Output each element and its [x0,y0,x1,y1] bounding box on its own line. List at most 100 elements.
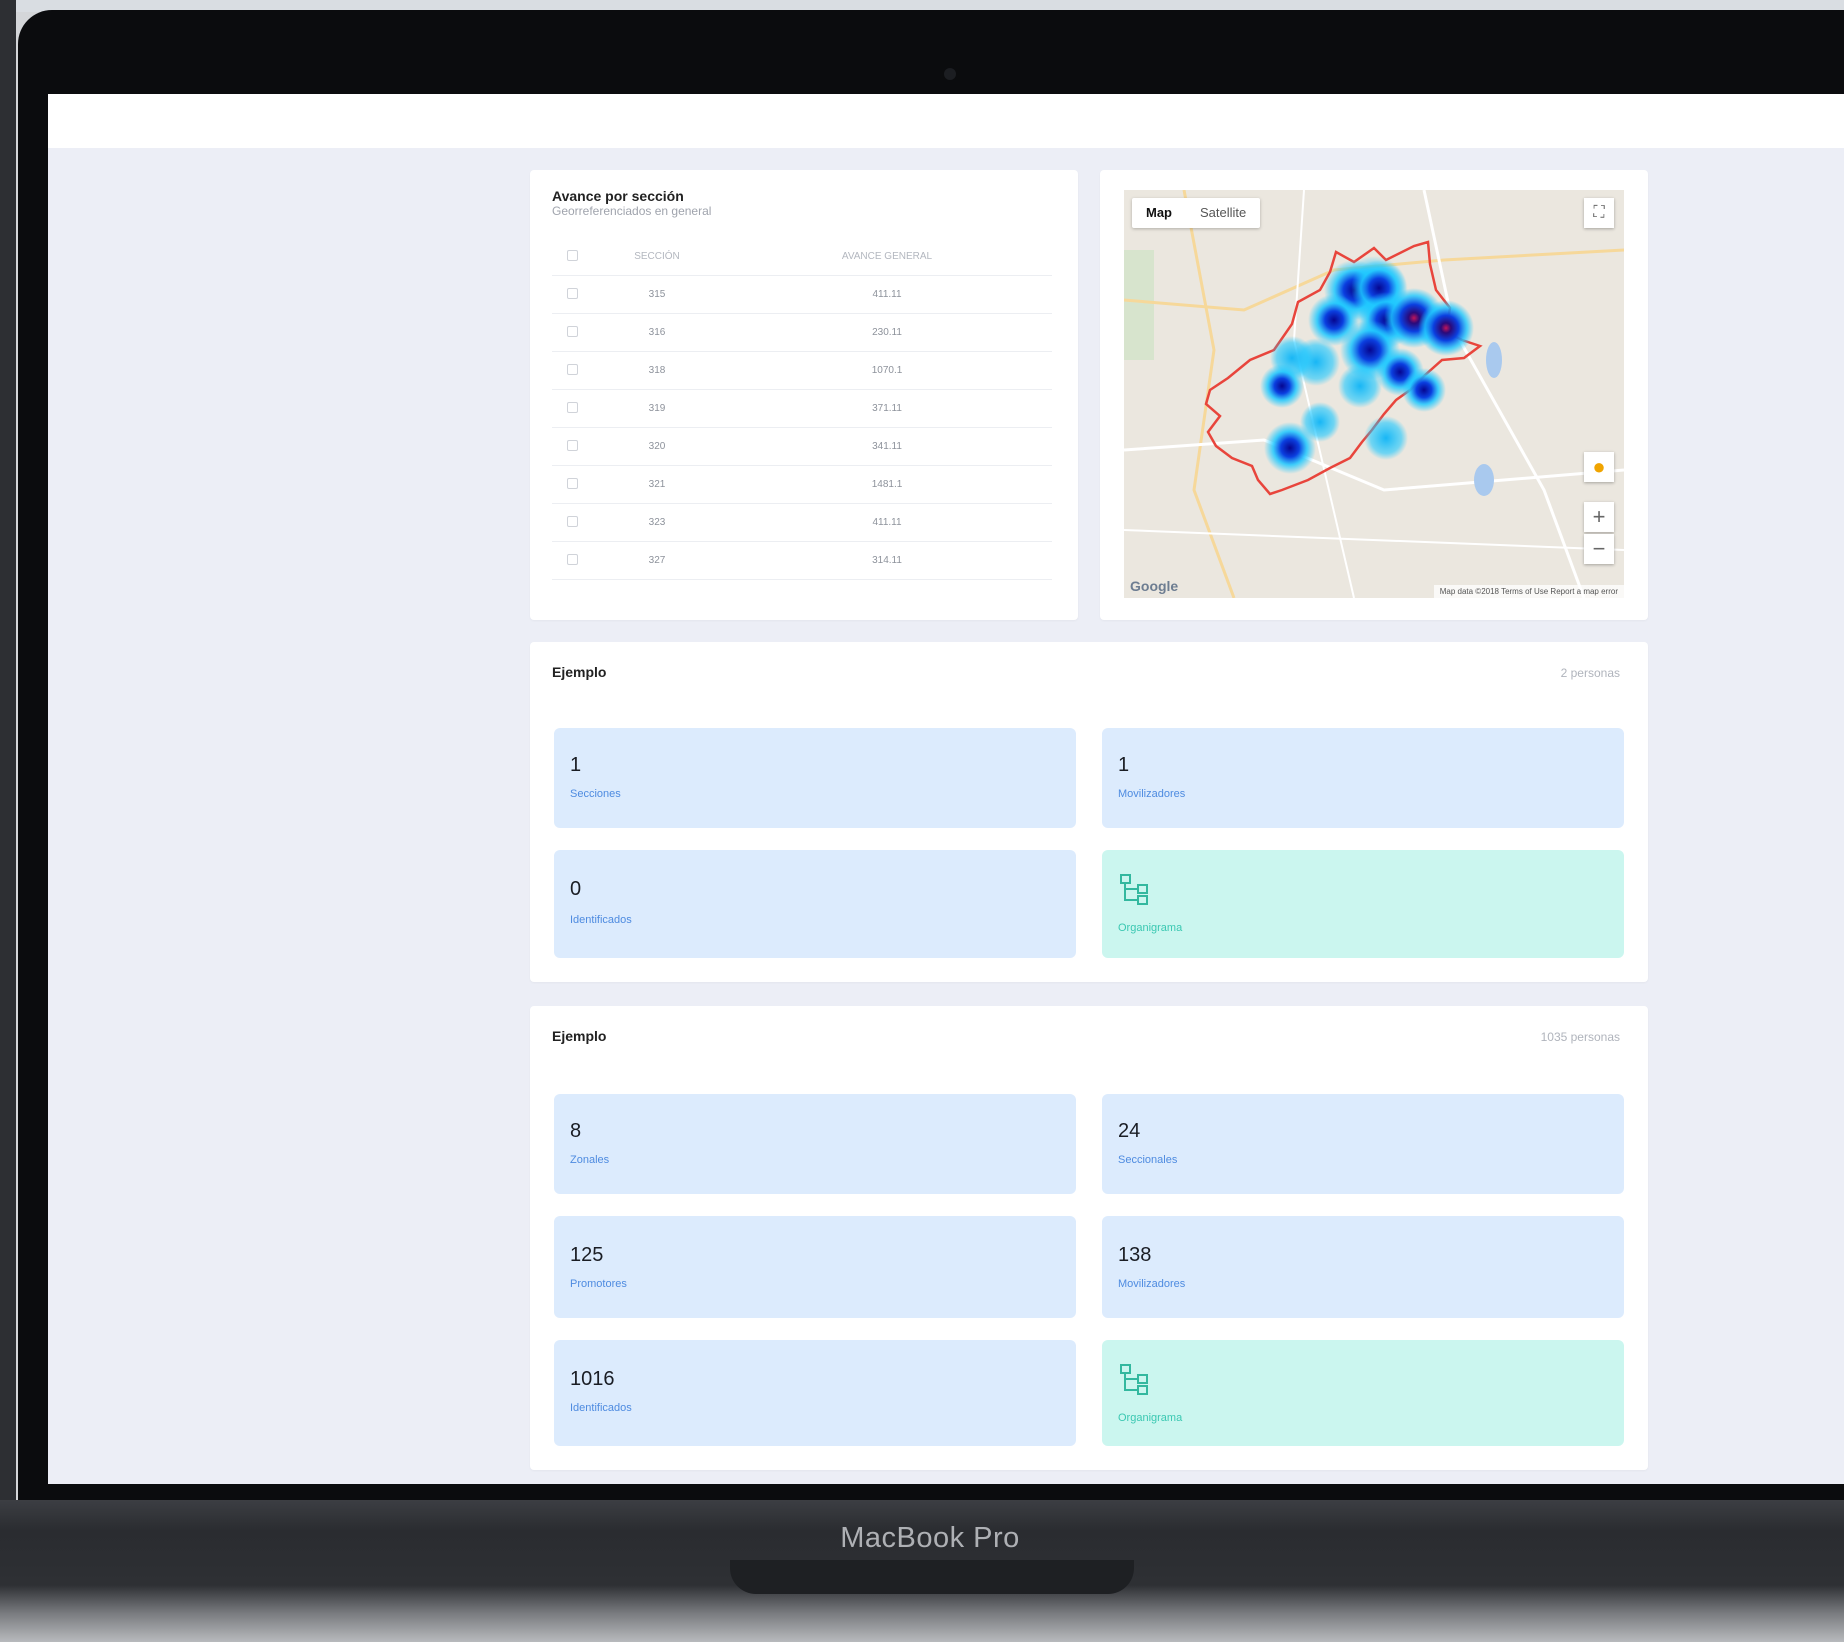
zoom-in-button[interactable]: + [1584,502,1614,532]
stat-value: 24 [1118,1120,1141,1142]
card-title: Ejemplo [552,1028,607,1044]
table-cell: 318 [592,351,722,390]
org-chart-icon [1120,874,1148,905]
table-cell: 341.11 [722,427,1052,466]
table-cell: 1481.1 [722,465,1052,504]
stat-tile[interactable]: 1 Secciones [554,728,1076,828]
park-area [1124,250,1154,360]
camera-icon [944,68,956,80]
stat-label: Identificados [570,914,632,926]
table-cell: 327 [592,541,722,580]
table-cell: 319 [592,389,722,428]
map-attribution[interactable]: Map data ©2018 Terms of Use Report a map… [1433,585,1624,598]
stat-label: Organigrama [1118,922,1183,934]
summary-card: Ejemplo 2 personas 1 Secciones 1 Moviliz… [530,642,1648,982]
table-cell: 315 [592,275,722,314]
table-row[interactable]: 323 411.11 [552,503,1052,542]
table-cell: 323 [592,503,722,542]
stat-tile[interactable]: 125 Promotores [554,1216,1076,1318]
table-header-row: SECCIÓN AVANCE GENERAL [552,238,1052,276]
heat-point [1364,416,1408,460]
row-checkbox[interactable] [552,351,592,390]
map-card: Map Satellite ⛶ ● + − Google Map data ©2… [1100,170,1648,620]
fullscreen-icon[interactable]: ⛶ [1584,198,1614,228]
stat-tile[interactable]: 0 Identificados [554,850,1076,958]
google-logo: Google [1130,578,1179,594]
stat-tile[interactable]: 24 Seccionales [1102,1094,1624,1194]
lake [1474,464,1494,496]
table-row[interactable]: 319 371.11 [552,389,1052,428]
table-cell: 321 [592,465,722,504]
table-row[interactable]: 327 314.11 [552,541,1052,580]
table-cell: 320 [592,427,722,466]
device-label: MacBook Pro [840,1522,1020,1554]
table-cell: 316 [592,313,722,352]
stat-label: Movilizadores [1118,788,1186,800]
table-row[interactable]: 321 1481.1 [552,465,1052,504]
row-checkbox[interactable] [552,389,592,428]
stat-tile[interactable]: 1 Movilizadores [1102,728,1624,828]
row-checkbox[interactable] [552,503,592,542]
row-checkbox[interactable] [552,465,592,504]
heat-point [1264,422,1316,474]
stat-value: 1 [570,754,582,776]
table-cell: 1070.1 [722,351,1052,390]
column-header[interactable]: AVANCE GENERAL [722,238,1052,276]
stat-value: 1016 [570,1368,615,1390]
column-header[interactable]: SECCIÓN [592,238,722,276]
table-cell: 314.11 [722,541,1052,580]
card-title: Avance por sección [552,188,684,204]
map-type-tabs: Map Satellite [1132,198,1261,228]
select-all-checkbox[interactable] [552,238,592,276]
row-checkbox[interactable] [552,275,592,314]
stat-value: 0 [570,878,582,900]
table-row[interactable]: 320 341.11 [552,427,1052,466]
lake [1486,342,1502,378]
table-row[interactable]: 315 411.11 [552,275,1052,314]
pegman-icon[interactable]: ● [1584,452,1614,482]
summary-card: Ejemplo 1035 personas 8 Zonales 24 Secci… [530,1006,1648,1470]
stat-label: Secciones [570,788,621,800]
heat-point [1402,368,1446,412]
zoom-out-button[interactable]: − [1584,534,1614,564]
section-progress-card: Avance por sección Georreferenciados en … [530,170,1078,620]
map-tab-satellite[interactable]: Satellite [1186,198,1260,228]
app-header [48,94,1844,148]
card-title: Ejemplo [552,664,607,680]
laptop-edge [0,0,16,1520]
row-checkbox[interactable] [552,313,592,352]
stat-label: Seccionales [1118,1154,1178,1166]
stat-value: 125 [570,1244,604,1266]
heatmap-map[interactable]: Map Satellite ⛶ ● + − Google Map data ©2… [1124,190,1624,598]
stat-tile[interactable]: 1016 Identificados [554,1340,1076,1446]
screen: Avance por sección Georreferenciados en … [48,94,1844,1484]
table-cell: 411.11 [722,275,1052,314]
laptop-notch [730,1560,1134,1594]
table-cell: 371.11 [722,389,1052,428]
row-checkbox[interactable] [552,427,592,466]
map-tab-map[interactable]: Map [1132,198,1186,228]
org-chart-tile[interactable]: Organigrama [1102,1340,1624,1446]
table-row[interactable]: 318 1070.1 [552,351,1052,390]
row-checkbox[interactable] [552,541,592,580]
org-chart-tile[interactable]: Organigrama [1102,850,1624,958]
card-subtitle: Georreferenciados en general [552,204,712,218]
stat-tile[interactable]: 8 Zonales [554,1094,1076,1194]
org-chart-icon [1120,1364,1148,1395]
heat-point [1338,364,1382,408]
stat-tile[interactable]: 138 Movilizadores [1102,1216,1624,1318]
stat-label: Movilizadores [1118,1278,1186,1290]
table-cell: 230.11 [722,313,1052,352]
stat-value: 1 [1118,754,1130,776]
stat-label: Promotores [570,1278,627,1290]
card-count: 1035 personas [1540,1030,1620,1044]
map-graphic [1124,190,1624,598]
section-table: SECCIÓN AVANCE GENERAL 315 411.11 316 230.… [552,238,1052,580]
stat-label: Zonales [570,1154,610,1166]
stat-value: 8 [570,1120,582,1142]
table-row[interactable]: 316 230.11 [552,313,1052,352]
heat-point [1260,364,1304,408]
heat-point [1418,300,1474,356]
table-cell: 411.11 [722,503,1052,542]
stat-value: 138 [1118,1244,1152,1266]
